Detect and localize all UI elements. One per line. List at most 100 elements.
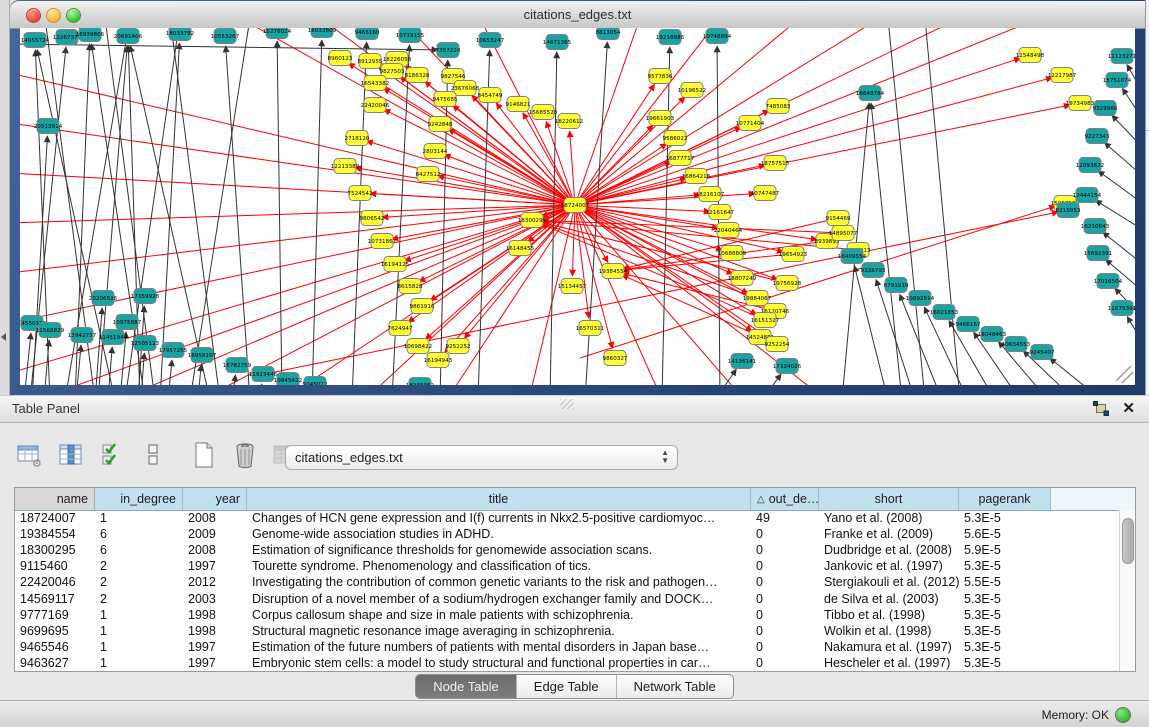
graph-edge[interactable] — [1098, 171, 1135, 205]
cell-out_degree[interactable]: 0 — [751, 592, 819, 606]
graph-node[interactable]: 16194125 — [381, 257, 410, 272]
graph-node[interactable]: 8960123 — [328, 51, 353, 66]
graph-node[interactable]: 10553267 — [211, 29, 240, 44]
graph-edge[interactable] — [20, 123, 575, 205]
graph-node[interactable]: 16148455 — [506, 241, 535, 256]
cell-short[interactable]: Jankovic et al. (1997) — [819, 559, 959, 573]
graph-edge[interactable] — [260, 384, 262, 385]
graph-node[interactable]: 9227343 — [1085, 129, 1110, 144]
cell-in_degree[interactable]: 2 — [95, 592, 183, 606]
tab-node-table[interactable]: Node Table — [416, 675, 517, 698]
graph-node[interactable]: 18300295 — [518, 213, 547, 228]
graph-node[interactable]: 8813054 — [596, 28, 621, 40]
graph-edge[interactable] — [32, 136, 47, 385]
cell-in_degree[interactable]: 1 — [95, 608, 183, 622]
graph-node[interactable]: 11548498 — [1016, 48, 1045, 63]
graph-node[interactable]: 8186328 — [405, 68, 430, 83]
graph-node[interactable]: 9475685 — [433, 92, 458, 107]
graph-node[interactable]: 17359928 — [131, 289, 160, 304]
graph-node[interactable]: 11675391 — [1108, 301, 1135, 316]
cell-title[interactable]: Structural magnetic resonance image aver… — [247, 624, 751, 638]
graph-node[interactable]: 10688809 — [718, 246, 747, 261]
cell-in_degree[interactable]: 2 — [95, 559, 183, 573]
table-row[interactable]: 946362711997Embryonic stem cells: a mode… — [15, 655, 1120, 671]
network-window-titlebar[interactable]: citations_edges.txt — [10, 1, 1145, 29]
table-settings-icon[interactable]: ⚙ — [14, 439, 46, 471]
cell-pagerank[interactable]: 5.3E-5 — [959, 592, 1051, 606]
table-row[interactable]: 1872400712008Changes of HCN gene express… — [15, 510, 1120, 526]
graph-node[interactable]: 10719155 — [396, 28, 425, 43]
table-row[interactable]: 977716911998Corpus callosum shape and si… — [15, 607, 1120, 623]
cell-name[interactable]: 14569117 — [15, 592, 95, 606]
graph-node[interactable]: 15751074 — [1103, 73, 1132, 88]
delete-entries-icon[interactable] — [229, 439, 261, 471]
canvas-resize-grip[interactable] — [1116, 366, 1133, 383]
table-row[interactable]: 1938455462009Genome-wide association stu… — [15, 526, 1120, 542]
graph-node[interactable]: 11451944 — [99, 330, 128, 345]
column-header-in_degree[interactable]: in_degree — [95, 488, 183, 510]
graph-edge[interactable] — [575, 58, 1021, 205]
cell-in_degree[interactable]: 6 — [95, 527, 183, 541]
graph-node[interactable]: 9338793 — [861, 263, 886, 278]
graph-node[interactable]: 7357224 — [436, 43, 461, 58]
cell-name[interactable]: 18300295 — [15, 543, 95, 557]
graph-node[interactable]: 8615828 — [398, 279, 423, 294]
column-header-out_degree[interactable]: △out_de… — [751, 488, 819, 510]
graph-node[interactable]: 7485083 — [766, 99, 791, 114]
graph-node[interactable]: 9466160 — [355, 28, 380, 40]
graph-node[interactable]: 9242848 — [428, 117, 453, 132]
graph-node[interactable]: 11123271 — [1108, 49, 1135, 64]
graph-node[interactable]: 15276024 — [263, 28, 292, 39]
cell-year[interactable]: 2003 — [183, 592, 247, 606]
column-header-name[interactable]: name — [15, 488, 95, 510]
cell-title[interactable]: Estimation of the future numbers of pati… — [247, 640, 751, 654]
cell-title[interactable]: Genome-wide association studies in ADHD. — [247, 527, 751, 541]
graph-edge[interactable] — [575, 28, 880, 205]
graph-edge[interactable] — [1122, 88, 1135, 123]
graph-node[interactable]: 20691406 — [114, 29, 143, 44]
graph-node[interactable]: 17957255 — [159, 343, 188, 358]
tab-edge-table[interactable]: Edge Table — [517, 675, 617, 698]
graph-edge[interactable] — [160, 43, 179, 385]
cell-year[interactable]: 2008 — [183, 543, 247, 557]
clear-selection-icon[interactable] — [137, 439, 169, 471]
graph-node[interactable]: 19734983 — [1066, 96, 1095, 111]
cell-in_degree[interactable]: 6 — [95, 543, 183, 557]
graph-edge[interactable] — [312, 40, 322, 385]
cell-short[interactable]: Nakamura et al. (1997) — [819, 640, 959, 654]
cell-short[interactable]: Tibbo et al. (1998) — [819, 608, 959, 622]
table-row[interactable]: 1456911722003Disruption of a novel membe… — [15, 590, 1120, 606]
graph-node[interactable]: 2803144 — [423, 144, 448, 159]
graph-node[interactable]: 20206526 — [89, 291, 118, 306]
graph-node[interactable]: 16021853 — [930, 305, 959, 320]
graph-node[interactable]: 9860327 — [603, 351, 628, 366]
graph-node[interactable]: 9245012 — [303, 377, 328, 386]
cell-in_degree[interactable]: 1 — [95, 624, 183, 638]
graph-node[interactable]: 16210643 — [1081, 219, 1110, 234]
graph-node[interactable]: 12213389 — [331, 159, 360, 174]
scrollbar-thumb[interactable] — [1122, 518, 1134, 564]
cell-name[interactable]: 9699695 — [15, 624, 95, 638]
graph-node[interactable]: 10698422 — [404, 339, 432, 354]
graph-edge[interactable] — [1127, 317, 1135, 346]
graph-node[interactable]: 16877717 — [666, 151, 695, 166]
graph-node[interactable]: 18220612 — [555, 114, 583, 129]
graph-node[interactable]: 13942757 — [68, 328, 97, 343]
graph-node[interactable]: 16864218 — [682, 169, 711, 184]
cell-title[interactable]: Tourette syndrome. Phenomenology and cla… — [247, 559, 751, 573]
vertical-scrollbar[interactable] — [1119, 510, 1135, 671]
cell-pagerank[interactable]: 5.3E-5 — [959, 511, 1051, 525]
graph-node[interactable]: 15134457 — [558, 279, 587, 294]
graph-node[interactable]: 9252254 — [765, 337, 790, 352]
table-row[interactable]: 946554611997Estimation of the future num… — [15, 639, 1120, 655]
cell-short[interactable]: Franke et al. (2009) — [819, 527, 959, 541]
graph-node[interactable]: 22040464 — [714, 223, 743, 238]
cell-year[interactable]: 1998 — [183, 624, 247, 638]
graph-edge[interactable] — [419, 205, 575, 282]
graph-node[interactable]: 16782759 — [223, 358, 252, 373]
graph-node[interactable]: 19384554 — [599, 264, 628, 279]
panel-drag-grip-icon[interactable] — [560, 399, 574, 409]
cell-out_degree[interactable]: 0 — [751, 624, 819, 638]
graph-node[interactable]: 9329966 — [1093, 101, 1118, 116]
panel-collapse-arrow-icon[interactable] — [1, 333, 6, 341]
